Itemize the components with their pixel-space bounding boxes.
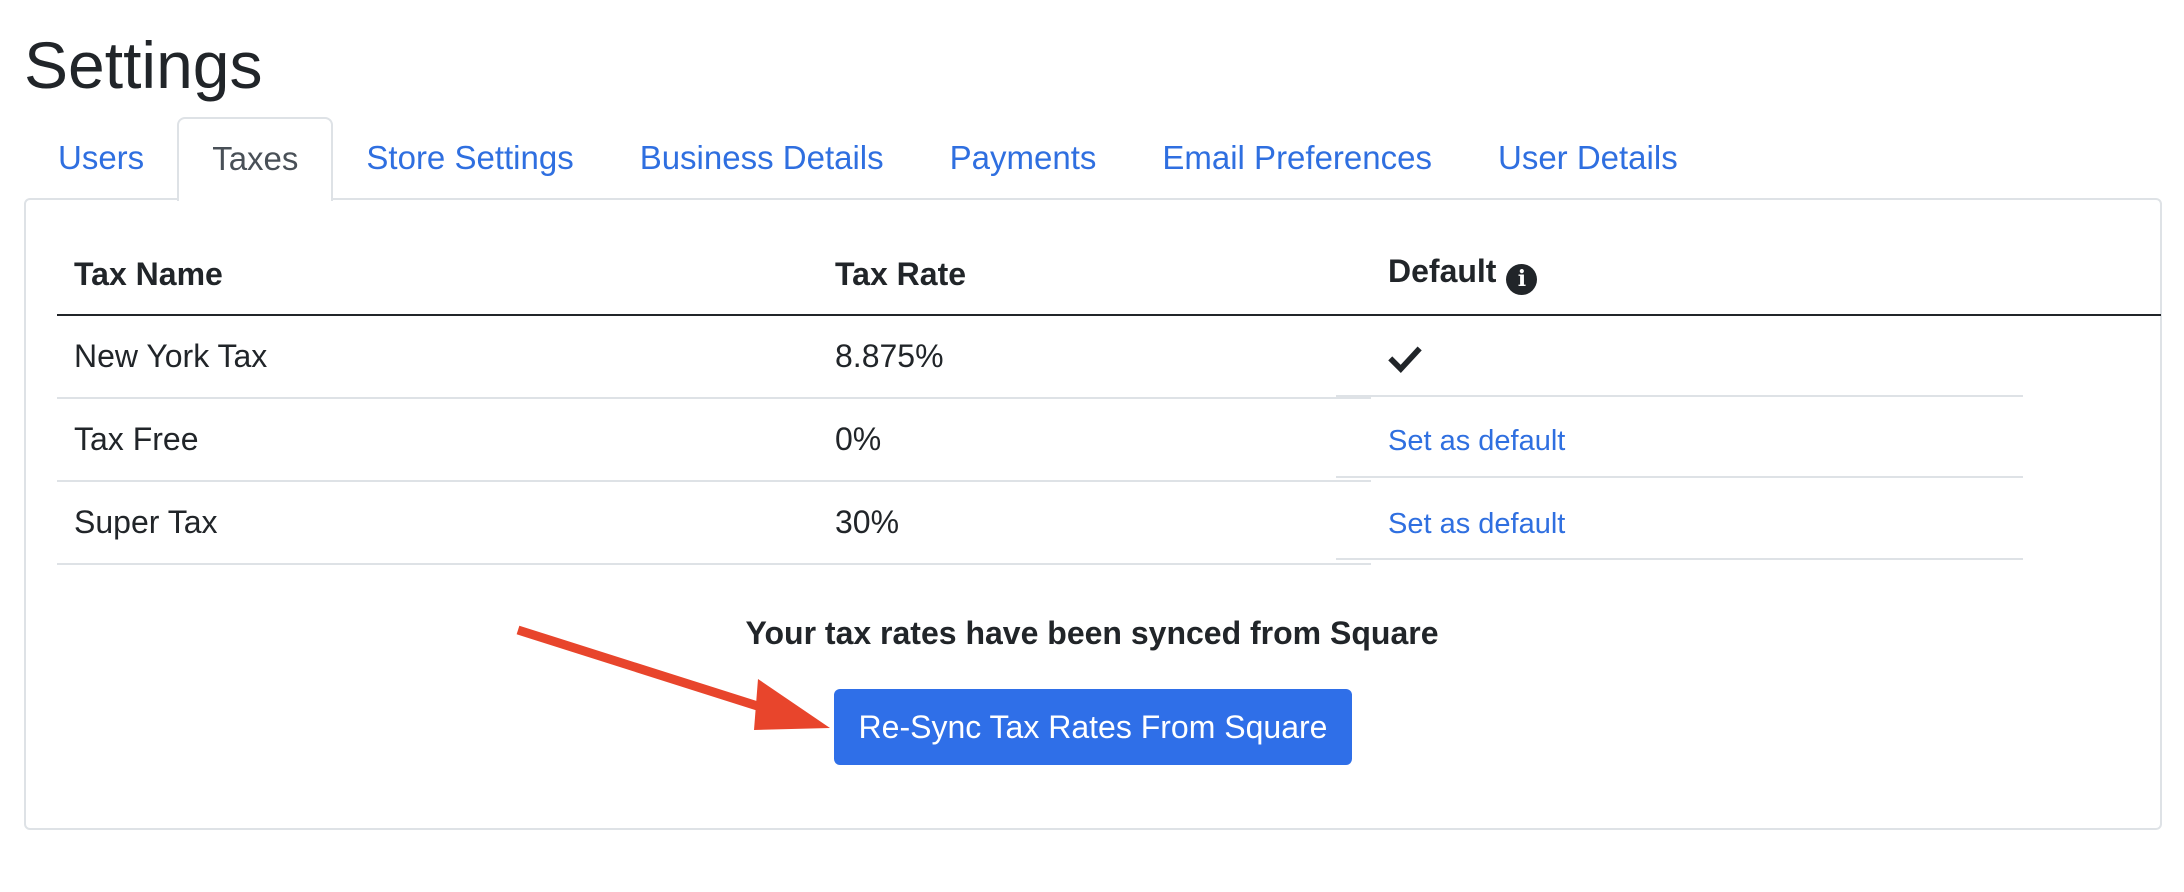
tab-user-details[interactable]: User Details xyxy=(1465,117,1711,199)
tab-users[interactable]: Users xyxy=(25,117,177,199)
tax-rate-cell: 30% xyxy=(818,481,1371,565)
row-divider xyxy=(1336,395,2023,397)
checkmark-icon xyxy=(1388,346,1422,373)
tab-store-settings[interactable]: Store Settings xyxy=(333,117,606,199)
tab-business-details[interactable]: Business Details xyxy=(607,117,917,199)
tax-name-cell: New York Tax xyxy=(57,315,818,399)
column-header-tax-rate: Tax Rate xyxy=(835,255,967,292)
table-row: New York Tax 8.875% xyxy=(57,315,2161,399)
settings-tabs: Users Taxes Store Settings Business Deta… xyxy=(25,117,1711,201)
default-cell xyxy=(1371,315,2161,398)
column-header-default-label: Default xyxy=(1388,253,1497,289)
sync-status-message: Your tax rates have been synced from Squ… xyxy=(745,615,1439,651)
red-arrow-icon xyxy=(516,625,830,730)
default-cell: Set as default xyxy=(1371,398,2161,481)
tax-name-cell: Super Tax xyxy=(57,481,818,565)
tax-table: Tax Name Tax Rate Default i New York Tax … xyxy=(57,234,2161,565)
table-row: Tax Free 0% Set as default xyxy=(57,398,2161,482)
tax-rate-cell: 8.875% xyxy=(818,315,1371,399)
info-circle-icon[interactable]: i xyxy=(1506,264,1538,295)
set-as-default-link[interactable]: Set as default xyxy=(1388,508,1565,540)
table-row: Super Tax 30% Set as default xyxy=(57,481,2161,565)
tax-name-cell: Tax Free xyxy=(57,398,818,482)
page-title: Settings xyxy=(24,28,263,102)
set-as-default-link[interactable]: Set as default xyxy=(1388,425,1565,457)
tab-payments[interactable]: Payments xyxy=(917,117,1130,199)
resync-tax-rates-button[interactable]: Re-Sync Tax Rates From Square xyxy=(834,689,1352,765)
row-divider xyxy=(1336,558,2023,560)
row-divider xyxy=(1336,476,2023,478)
tab-email-preferences[interactable]: Email Preferences xyxy=(1129,117,1465,199)
column-header-tax-name: Tax Name xyxy=(74,255,223,292)
default-cell: Set as default xyxy=(1371,481,2161,564)
table-header-row: Tax Name Tax Rate Default i xyxy=(57,234,2161,315)
column-header-default: Default i xyxy=(1371,234,2161,315)
tab-taxes[interactable]: Taxes xyxy=(177,117,334,201)
tax-rate-cell: 0% xyxy=(818,398,1371,482)
